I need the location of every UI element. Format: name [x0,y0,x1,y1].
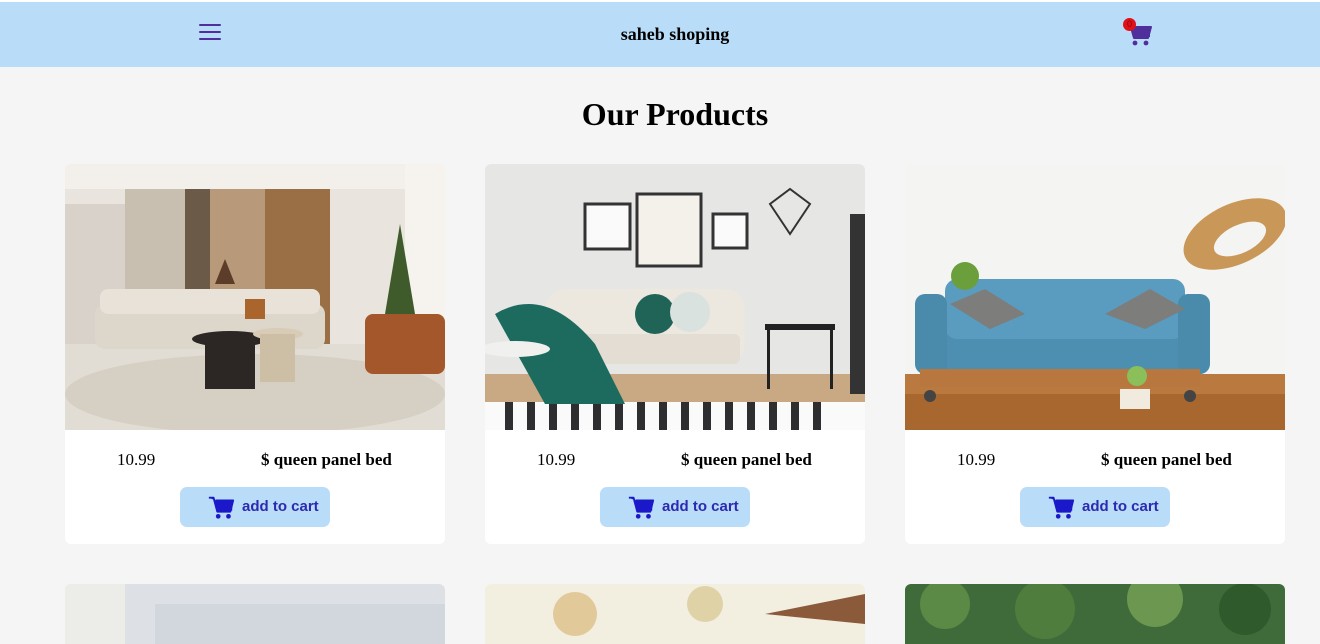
product-card-partial [485,584,865,644]
add-to-cart-button[interactable]: add to cart [180,487,330,527]
product-name: $ queen panel bed [681,450,812,469]
page-title: Our Products [581,96,769,132]
shopping-cart-icon [208,496,235,519]
product-name: $ queen panel bed [1101,450,1232,469]
product-image-bedroom[interactable] [65,584,445,644]
add-to-cart-label: add to cart [242,498,319,515]
add-to-cart-label: add to cart [1082,498,1159,515]
product-price: 10.99 [117,450,156,469]
add-to-cart-button[interactable]: add to cart [600,487,750,527]
product-price: 10.99 [957,450,996,469]
shopping-cart-icon [628,496,655,519]
add-to-cart-button[interactable]: add to cart [1020,487,1170,527]
product-card: 10.99 $ queen panel bed add to cart [65,164,445,544]
product-card-partial [905,584,1285,644]
product-card: 10.99 $ queen panel bed add to cart [485,164,865,544]
product-card-partial [65,584,445,644]
product-image-beige-living-room[interactable] [65,164,445,430]
add-to-cart-label: add to cart [662,498,739,515]
navbar: saheb shoping 0 [0,2,1320,67]
product-price: 10.99 [537,450,576,469]
product-card: 10.99 $ queen panel bed add to cart [905,164,1285,544]
product-image-scandinavian-sofa-room[interactable] [485,164,865,430]
shopping-cart-icon [1048,496,1075,519]
cart-button[interactable]: 0 [1123,18,1153,48]
product-name: $ queen panel bed [261,450,392,469]
product-image-blue-sofa[interactable] [905,164,1285,430]
brand-title: saheb shoping [620,24,730,44]
product-image-garden-trees[interactable] [905,584,1285,644]
cart-count-badge: 0 [1123,18,1136,31]
product-image-garden-house[interactable] [485,584,865,644]
